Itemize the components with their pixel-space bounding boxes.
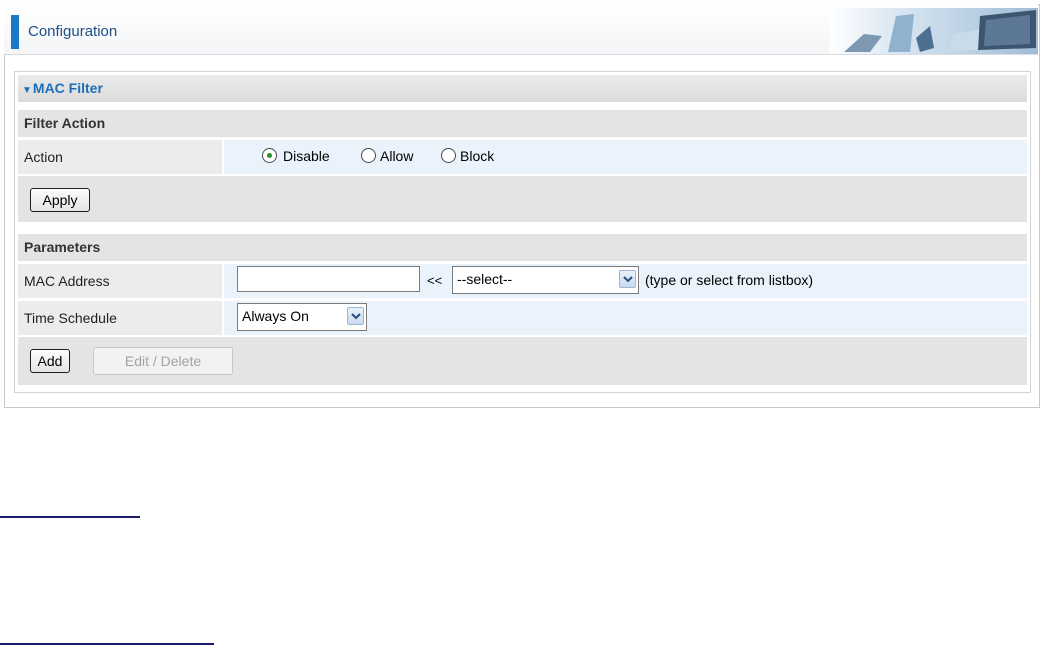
radio-allow[interactable] xyxy=(361,148,376,163)
radio-disable[interactable] xyxy=(262,148,277,163)
radio-disable-label[interactable]: Disable xyxy=(283,148,330,165)
action-options: Disable Allow Block xyxy=(224,140,1027,174)
mac-address-row: MAC Address << --select-- (type or selec… xyxy=(18,264,1027,298)
parameters-buttons: Add Edit / Delete xyxy=(18,337,1027,385)
mac-address-label: MAC Address xyxy=(18,264,222,298)
banner-image xyxy=(830,8,1038,54)
parameters-section-title: Parameters xyxy=(18,234,1027,261)
mac-select-value: --select-- xyxy=(457,271,513,287)
action-row: Action Disable Allow Block xyxy=(18,140,1027,174)
page-header: Configuration xyxy=(4,4,1038,55)
dropdown-arrow-icon[interactable] xyxy=(347,307,364,325)
mac-hint: (type or select from listbox) xyxy=(645,272,814,288)
radio-selected-dot xyxy=(267,153,272,158)
mac-filter-title: MAC Filter xyxy=(32,80,103,96)
action-label: Action xyxy=(18,140,222,174)
mac-filter-header[interactable]: ▼MAC Filter xyxy=(18,75,1027,102)
collapse-triangle-icon[interactable]: ▼ xyxy=(22,85,32,96)
page-title: Configuration xyxy=(28,23,118,40)
mac-address-input[interactable] xyxy=(237,266,420,292)
apply-button[interactable]: Apply xyxy=(30,188,90,212)
time-schedule-label: Time Schedule xyxy=(18,301,222,335)
radio-block[interactable] xyxy=(441,148,456,163)
underline-rule xyxy=(0,516,140,518)
underline-rule xyxy=(0,643,214,645)
edit-delete-button[interactable]: Edit / Delete xyxy=(93,347,233,375)
filter-action-buttons: Apply xyxy=(18,176,1027,222)
header-accent-bar xyxy=(11,15,19,49)
mac-address-select[interactable]: --select-- xyxy=(452,266,639,294)
time-schedule-selected: Always On xyxy=(242,308,309,324)
time-schedule-row: Time Schedule Always On xyxy=(18,301,1027,335)
time-schedule-value: Always On xyxy=(224,301,1027,335)
copy-arrows: << xyxy=(427,273,443,288)
add-button[interactable]: Add xyxy=(30,349,70,373)
filter-action-section-title: Filter Action xyxy=(18,110,1027,137)
dropdown-arrow-icon[interactable] xyxy=(619,270,636,288)
mac-address-value: << --select-- (type or select from listb… xyxy=(224,264,1027,298)
radio-allow-label[interactable]: Allow xyxy=(380,148,413,165)
radio-block-label[interactable]: Block xyxy=(460,148,494,165)
time-schedule-select[interactable]: Always On xyxy=(237,303,367,331)
